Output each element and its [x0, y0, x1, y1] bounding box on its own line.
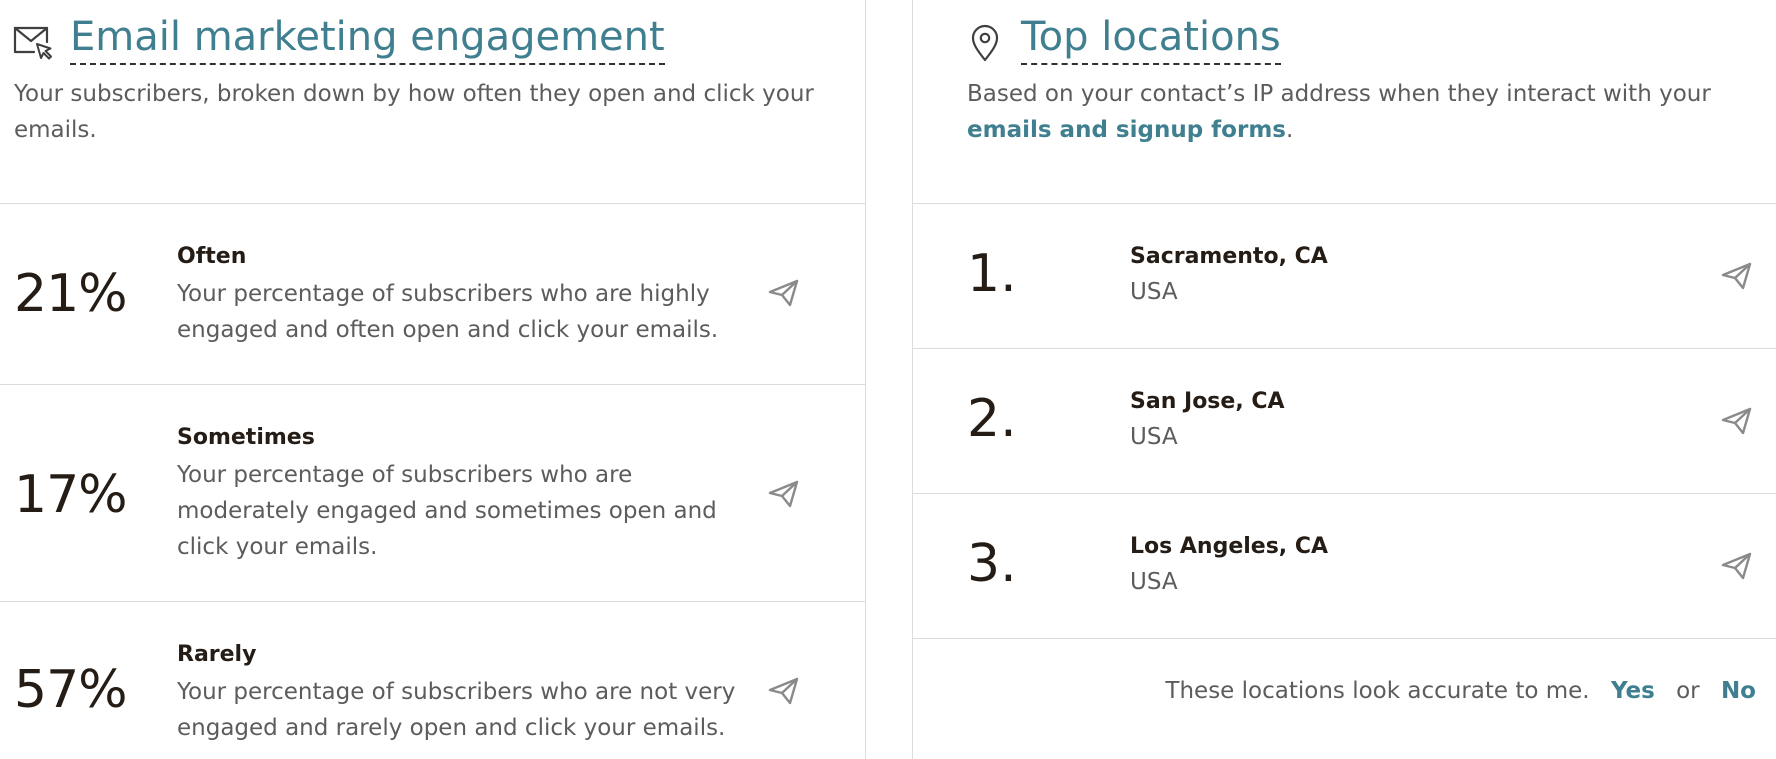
engagement-row-rarely: 57% Rarely Your percentage of subscriber…: [0, 602, 865, 759]
location-country: USA: [1130, 424, 1178, 450]
location-feedback: These locations look accurate to me. Yes…: [1165, 678, 1756, 704]
locations-description-text: Based on your contact’s IP address when …: [967, 81, 1711, 107]
emails-signup-forms-link[interactable]: emails and signup forms: [967, 117, 1286, 143]
location-city: San Jose, CA: [1130, 389, 1285, 414]
send-paper-plane-icon[interactable]: [768, 478, 800, 510]
engagement-percent: 57%: [14, 660, 128, 720]
locations-description: Based on your contact’s IP address when …: [967, 76, 1776, 148]
location-city: Sacramento, CA: [1130, 244, 1328, 269]
engagement-row-description: Your percentage of subscribers who are h…: [177, 281, 719, 343]
engagement-row-sometimes: 17% Sometimes Your percentage of subscri…: [0, 385, 865, 602]
send-paper-plane-icon[interactable]: [768, 277, 800, 309]
send-paper-plane-icon[interactable]: [1721, 260, 1753, 292]
engagement-percent: 17%: [14, 465, 128, 525]
engagement-label: Rarely: [177, 642, 257, 667]
send-paper-plane-icon[interactable]: [1721, 405, 1753, 437]
locations-description-suffix: .: [1285, 117, 1294, 143]
engagement-row-description: Your percentage of subscribers who are n…: [177, 679, 736, 741]
engagement-label: Often: [177, 244, 247, 269]
location-item-2: 2. San Jose, CA USA: [913, 349, 1776, 494]
engagement-header: Email marketing engagement Your subscrib…: [0, 0, 865, 204]
send-paper-plane-icon[interactable]: [768, 675, 800, 707]
engagement-row-description: Your percentage of subscribers who are m…: [177, 462, 717, 560]
location-rank: 1.: [967, 244, 1017, 304]
engagement-row-often: 21% Often Your percentage of subscribers…: [0, 204, 865, 385]
feedback-yes-link[interactable]: Yes: [1611, 678, 1655, 704]
location-country: USA: [1130, 279, 1178, 305]
engagement-label: Sometimes: [177, 425, 315, 450]
send-paper-plane-icon[interactable]: [1721, 550, 1753, 582]
feedback-no-link[interactable]: No: [1721, 678, 1756, 704]
engagement-percent: 21%: [14, 264, 128, 324]
locations-header: Top locations Based on your contact’s IP…: [913, 0, 1776, 204]
location-city: Los Angeles, CA: [1130, 534, 1328, 559]
feedback-prompt: These locations look accurate to me.: [1165, 678, 1590, 704]
locations-panel: Top locations Based on your contact’s IP…: [912, 0, 1776, 759]
location-item-3: 3. Los Angeles, CA USA: [913, 494, 1776, 639]
engagement-description: Your subscribers, broken down by how oft…: [14, 81, 814, 143]
mail-cursor-icon: [12, 22, 54, 64]
engagement-title[interactable]: Email marketing engagement: [70, 13, 665, 65]
locations-title[interactable]: Top locations: [1021, 13, 1281, 65]
location-item-1: 1. Sacramento, CA USA: [913, 204, 1776, 349]
location-country: USA: [1130, 569, 1178, 595]
location-rank: 2.: [967, 389, 1017, 449]
engagement-panel: Email marketing engagement Your subscrib…: [0, 0, 866, 759]
location-rank: 3.: [967, 534, 1017, 594]
map-pin-icon: [969, 22, 1001, 64]
feedback-or-text: or: [1676, 678, 1700, 704]
